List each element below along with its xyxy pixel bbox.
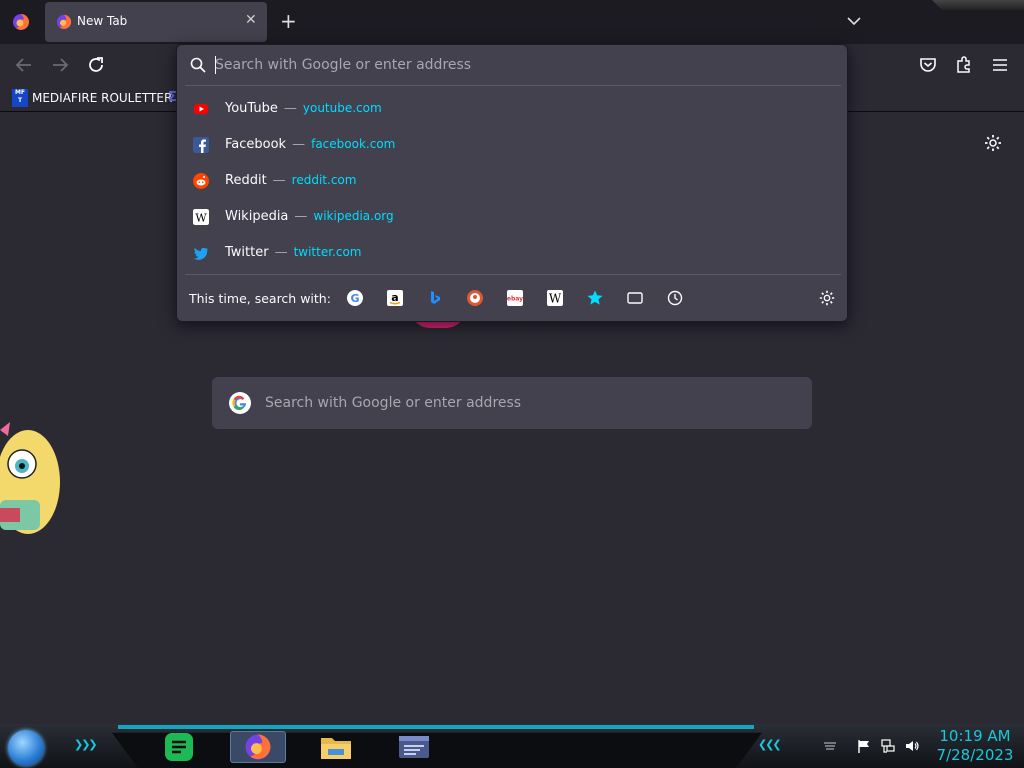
tab-bar: New Tab ✕ + bbox=[0, 0, 1024, 44]
twitter-icon bbox=[193, 247, 208, 260]
suggestion-twitter[interactable]: Twitter — twitter.com bbox=[185, 235, 841, 271]
folder-icon bbox=[321, 738, 351, 759]
new-tab-search-box[interactable]: Search with Google or enter address bbox=[212, 377, 812, 429]
svg-text:W: W bbox=[195, 212, 207, 225]
suggestion-url: twitter.com bbox=[293, 245, 362, 259]
urlbar-input[interactable]: Search with Google or enter address bbox=[177, 45, 847, 85]
one-off-search-label: This time, search with: bbox=[189, 291, 331, 306]
gear-icon[interactable] bbox=[983, 133, 1003, 153]
ebay-icon[interactable]: ebay bbox=[506, 289, 524, 307]
suggestion-url: wikipedia.org bbox=[313, 209, 394, 223]
suggestion-url: youtube.com bbox=[302, 101, 382, 115]
network-icon[interactable] bbox=[880, 738, 896, 754]
bookmark-mediafire-rouletter[interactable]: MEDIAFIRE ROULETTER bbox=[32, 91, 172, 105]
suggestion-title: Facebook bbox=[225, 137, 287, 152]
suggestion-url: reddit.com bbox=[291, 173, 357, 187]
back-icon[interactable] bbox=[12, 53, 36, 77]
suggestion-reddit[interactable]: Reddit — reddit.com bbox=[185, 163, 841, 199]
mediafire-icon: MF T bbox=[12, 89, 28, 107]
volume-icon[interactable] bbox=[904, 738, 920, 754]
urlbar-dropdown: Search with Google or enter address YouT… bbox=[176, 44, 848, 322]
duckduckgo-icon[interactable] bbox=[466, 289, 484, 307]
bing-icon[interactable] bbox=[426, 289, 444, 307]
separator-dash: — bbox=[283, 101, 297, 116]
system-clock[interactable]: 10:19 AM 7/28/2023 bbox=[930, 727, 1020, 765]
chevron-down-icon[interactable] bbox=[845, 12, 863, 30]
google-icon bbox=[229, 392, 251, 414]
separator-dash: — bbox=[294, 209, 308, 224]
file-explorer-taskbar-button[interactable] bbox=[308, 731, 364, 763]
suggestion-title: Twitter bbox=[225, 245, 269, 260]
taskbar-accent-line bbox=[118, 725, 754, 729]
tabs-icon[interactable] bbox=[626, 289, 644, 307]
suggestion-title: Reddit bbox=[225, 173, 267, 188]
new-tab-search-placeholder: Search with Google or enter address bbox=[265, 395, 522, 411]
svg-text:W: W bbox=[549, 292, 562, 306]
window-frame-edge bbox=[932, 0, 1024, 10]
clock-time: 10:19 AM bbox=[939, 727, 1011, 745]
urlbar-placeholder: Search with Google or enter address bbox=[215, 57, 472, 73]
search-icon bbox=[190, 57, 206, 73]
menu-icon[interactable] bbox=[988, 53, 1012, 77]
clock-date: 7/28/2023 bbox=[936, 746, 1014, 764]
svg-text:G: G bbox=[350, 292, 359, 305]
suggestion-youtube[interactable]: YouTube — youtube.com bbox=[185, 91, 841, 127]
reddit-icon bbox=[193, 173, 209, 189]
history-icon[interactable] bbox=[666, 289, 684, 307]
show-hidden-icons-icon[interactable] bbox=[822, 738, 838, 754]
firefox-icon bbox=[56, 14, 72, 30]
suggestion-wikipedia[interactable]: W Wikipedia — wikipedia.org bbox=[185, 199, 841, 235]
wikipedia-icon[interactable]: W bbox=[546, 289, 564, 307]
reload-icon[interactable] bbox=[84, 53, 108, 77]
text-caret bbox=[215, 56, 216, 74]
suggestion-title: Wikipedia bbox=[225, 209, 289, 224]
notes-app-icon bbox=[165, 733, 193, 761]
cartoon-character-sticker bbox=[0, 422, 60, 534]
pocket-icon[interactable] bbox=[916, 53, 940, 77]
window-taskbar-button[interactable] bbox=[386, 731, 442, 763]
firefox-taskbar-button[interactable] bbox=[230, 731, 286, 763]
new-tab-button[interactable]: + bbox=[280, 9, 297, 33]
chevron-left-decoration: ❮❮❮ bbox=[758, 738, 782, 751]
youtube-icon bbox=[194, 104, 208, 114]
taskbar: ❯❯❯ ❮❮❮ 10:19 AM 7/28/2023 bbox=[0, 724, 1024, 768]
start-button[interactable] bbox=[8, 730, 44, 766]
firefox-icon bbox=[245, 734, 271, 760]
suggestion-facebook[interactable]: Facebook — facebook.com bbox=[185, 127, 841, 163]
wikipedia-icon: W bbox=[193, 209, 209, 225]
separator-dash: — bbox=[292, 137, 306, 152]
svg-text:ebay: ebay bbox=[507, 296, 523, 303]
suggestion-title: YouTube bbox=[225, 101, 278, 116]
chevron-right-decoration: ❯❯❯ bbox=[74, 738, 98, 751]
amazon-icon[interactable]: a bbox=[386, 289, 404, 307]
app-window-icon bbox=[399, 736, 429, 758]
svg-text:a: a bbox=[391, 291, 398, 304]
spotify-taskbar-button[interactable] bbox=[152, 731, 208, 763]
facebook-icon bbox=[193, 137, 209, 153]
tab-new-tab[interactable]: New Tab ✕ bbox=[45, 2, 267, 42]
extensions-icon[interactable] bbox=[952, 53, 976, 77]
bookmarks-star-icon[interactable] bbox=[586, 289, 604, 307]
tab-title: New Tab bbox=[77, 14, 128, 28]
suggestion-url: facebook.com bbox=[311, 137, 396, 151]
separator-dash: — bbox=[272, 173, 286, 188]
divider bbox=[185, 274, 841, 275]
firefox-icon[interactable] bbox=[12, 13, 30, 31]
close-icon[interactable]: ✕ bbox=[245, 12, 257, 28]
search-settings-gear-icon[interactable] bbox=[818, 289, 836, 307]
divider bbox=[185, 85, 841, 86]
flag-icon[interactable] bbox=[856, 738, 872, 754]
separator-dash: — bbox=[274, 245, 288, 260]
google-icon[interactable]: G bbox=[346, 289, 364, 307]
forward-icon[interactable] bbox=[48, 53, 72, 77]
